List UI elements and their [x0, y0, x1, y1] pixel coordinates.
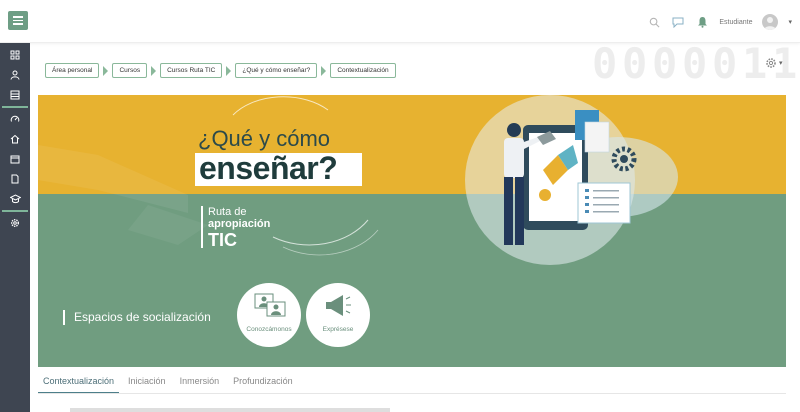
- megaphone-icon: [326, 295, 351, 316]
- users-icon: [10, 70, 20, 80]
- tab-contextualizacion[interactable]: Contextualización: [38, 372, 120, 394]
- sidebar: [0, 43, 30, 412]
- chat-icon[interactable]: [671, 15, 685, 29]
- top-navbar: Estudiante ▾: [0, 0, 800, 43]
- settings-icon: [11, 219, 19, 227]
- course-banner: ¿Qué y cómo enseñar? Ruta de apropiación…: [38, 95, 786, 367]
- ruta-label-2: apropiación: [208, 218, 271, 230]
- ruta-label-tic: TIC: [208, 230, 237, 250]
- breadcrumb-item-cursos-ruta-tic[interactable]: Cursos Ruta TIC: [160, 63, 223, 78]
- breadcrumb-item-contextualizacion[interactable]: Contextualización: [330, 63, 396, 78]
- breadcrumb-arrow-icon: [103, 65, 109, 76]
- caret-down-icon[interactable]: ▾: [788, 18, 792, 26]
- user-name[interactable]: Estudiante: [719, 19, 752, 26]
- search-icon[interactable]: [647, 15, 661, 29]
- tab-iniciacion[interactable]: Iniciación: [123, 372, 171, 394]
- sidebar-item-dashboard[interactable]: [0, 109, 30, 129]
- tab-profundizacion[interactable]: Profundización: [228, 372, 298, 394]
- sidebar-item-settings[interactable]: [0, 213, 30, 233]
- caret-down-icon: ▾: [779, 60, 783, 67]
- conozcamonos-button[interactable]: Conozcámonos: [237, 283, 301, 347]
- bell-icon[interactable]: [695, 15, 709, 29]
- espacios-accent-bar: [63, 310, 65, 325]
- top-icons: Estudiante ▾: [647, 12, 792, 32]
- banner-title-line-2: enseñar?: [199, 150, 338, 186]
- breadcrumb-arrow-icon: [151, 65, 157, 76]
- sidebar-item-sitemap[interactable]: [0, 45, 30, 65]
- background-digits-decoration: 0 0 0 0 0 1 1: [592, 43, 798, 88]
- conozcamonos-label: Conozcámonos: [246, 326, 292, 333]
- espacios-socializacion-label: Espacios de socialización: [74, 310, 211, 324]
- expresese-label: Exprésese: [322, 326, 354, 333]
- sidebar-item-users[interactable]: [0, 65, 30, 85]
- sidebar-item-courses[interactable]: [0, 189, 30, 209]
- grades-icon: [10, 90, 20, 100]
- banner-title-line-1: ¿Qué y cómo: [198, 126, 331, 151]
- home-icon: [10, 134, 20, 144]
- ruta-label-1: Ruta de: [208, 206, 247, 218]
- tab-inmersion[interactable]: Inmersión: [175, 372, 225, 394]
- banner-decoration: [38, 95, 678, 265]
- tabs-divider: [38, 393, 786, 394]
- sidebar-item-grades[interactable]: [0, 85, 30, 105]
- graduation-cap-icon: [9, 194, 21, 204]
- expresese-button[interactable]: Exprésese: [306, 283, 370, 347]
- sidebar-item-home[interactable]: [0, 129, 30, 149]
- section-tabs: Contextualización Iniciación Inmersión P…: [38, 372, 302, 394]
- breadcrumb-item-que-y-como[interactable]: ¿Qué y cómo enseñar?: [235, 63, 318, 78]
- breadcrumb-arrow-icon: [226, 65, 232, 76]
- files-icon: [11, 174, 19, 184]
- gear-icon: [766, 58, 776, 68]
- breadcrumb: Área personal Cursos Cursos Ruta TIC ¿Qu…: [45, 63, 396, 78]
- sidebar-item-calendar[interactable]: [0, 149, 30, 169]
- dashboard-icon: [10, 115, 20, 122]
- avatar-icon: [764, 17, 777, 30]
- ruta-accent-bar: [201, 206, 203, 248]
- sitemap-icon: [10, 50, 20, 60]
- content-placeholder-bar: [70, 408, 390, 412]
- course-settings-button[interactable]: ▾: [765, 57, 783, 69]
- breadcrumb-item-area-personal[interactable]: Área personal: [45, 63, 100, 78]
- calendar-icon: [10, 155, 20, 164]
- breadcrumb-arrow-icon: [321, 65, 327, 76]
- people-icon: [254, 293, 286, 317]
- sidebar-separator: [2, 210, 28, 212]
- menu-toggle-button[interactable]: [8, 11, 28, 30]
- breadcrumb-item-cursos[interactable]: Cursos: [112, 63, 148, 78]
- sidebar-item-files[interactable]: [0, 169, 30, 189]
- sidebar-separator: [2, 106, 28, 108]
- avatar[interactable]: [762, 14, 779, 30]
